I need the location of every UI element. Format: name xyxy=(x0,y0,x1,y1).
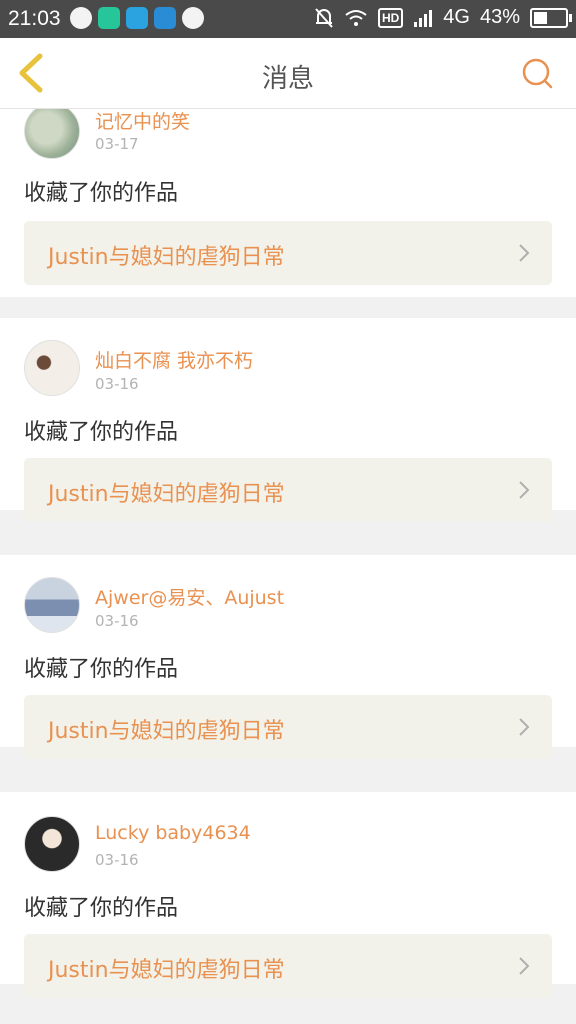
battery-icon xyxy=(530,7,572,28)
action-text: 收藏了你的作品 xyxy=(24,181,179,206)
message-feed[interactable]: 记忆中的笑 03-17 收藏了你的作品 Justin与媳妇的虐狗日常 灿白不腐 … xyxy=(0,108,576,1024)
chevron-right-icon xyxy=(519,957,530,975)
avatar[interactable] xyxy=(24,108,80,159)
hd-icon: HD xyxy=(377,7,404,28)
mute-bell-icon xyxy=(315,7,333,28)
wifi-icon xyxy=(345,9,367,26)
message-card: Lucky baby4634 03-16 收藏了你的作品 Justin与媳妇的虐… xyxy=(0,792,576,998)
work-link[interactable]: Justin与媳妇的虐狗日常 xyxy=(24,458,552,522)
username[interactable]: Lucky baby4634 xyxy=(95,822,251,844)
search-icon[interactable] xyxy=(520,56,554,90)
chevron-right-icon xyxy=(519,244,530,262)
status-indicators: HD 4G 43% xyxy=(314,6,572,29)
signal-icon xyxy=(414,9,433,27)
username[interactable]: 灿白不腐 我亦不朽 xyxy=(95,346,253,373)
work-title: Justin与媳妇的虐狗日常 xyxy=(48,958,285,983)
status-time: 21:03 xyxy=(8,7,61,30)
username[interactable]: Ajwer@易安、Aujust xyxy=(95,583,284,610)
message-date: 03-16 xyxy=(95,851,139,869)
avatar[interactable] xyxy=(24,340,80,396)
message-date: 03-17 xyxy=(95,135,139,153)
action-text: 收藏了你的作品 xyxy=(24,896,179,921)
header: 消息 xyxy=(0,38,576,109)
work-link[interactable]: Justin与媳妇的虐狗日常 xyxy=(24,221,552,285)
action-text: 收藏了你的作品 xyxy=(24,657,179,682)
work-title: Justin与媳妇的虐狗日常 xyxy=(48,482,285,507)
work-title: Justin与媳妇的虐狗日常 xyxy=(48,719,285,744)
page-title: 消息 xyxy=(261,64,314,94)
message-card: Ajwer@易安、Aujust 03-16 收藏了你的作品 Justin与媳妇的… xyxy=(0,555,576,759)
username[interactable]: 记忆中的笑 xyxy=(95,108,190,134)
message-card: 灿白不腐 我亦不朽 03-16 收藏了你的作品 Justin与媳妇的虐狗日常 xyxy=(0,318,576,522)
message-card: 记忆中的笑 03-17 收藏了你的作品 Justin与媳妇的虐狗日常 xyxy=(0,108,576,297)
rooster-app-icon xyxy=(70,7,92,29)
avatar[interactable] xyxy=(24,816,80,872)
status-bar: 21:03 HD 4G 43% xyxy=(0,0,576,38)
action-text: 收藏了你的作品 xyxy=(24,420,179,445)
work-link[interactable]: Justin与媳妇的虐狗日常 xyxy=(24,934,552,998)
rooster-app-icon-2 xyxy=(182,7,204,29)
message-date: 03-16 xyxy=(95,612,139,630)
notification-icons xyxy=(70,7,204,29)
message-date: 03-16 xyxy=(95,375,139,393)
work-link[interactable]: Justin与媳妇的虐狗日常 xyxy=(24,695,552,759)
scan-app-icon xyxy=(154,7,176,29)
battery-fill xyxy=(534,11,547,24)
avatar[interactable] xyxy=(24,577,80,633)
battery-percent: 43% xyxy=(479,6,520,28)
network-type: 4G xyxy=(443,6,470,28)
chevron-right-icon xyxy=(519,481,530,499)
chevron-right-icon xyxy=(519,718,530,736)
chat-app-icon xyxy=(126,7,148,29)
work-title: Justin与媳妇的虐狗日常 xyxy=(48,245,285,270)
green-app-icon xyxy=(98,7,120,29)
